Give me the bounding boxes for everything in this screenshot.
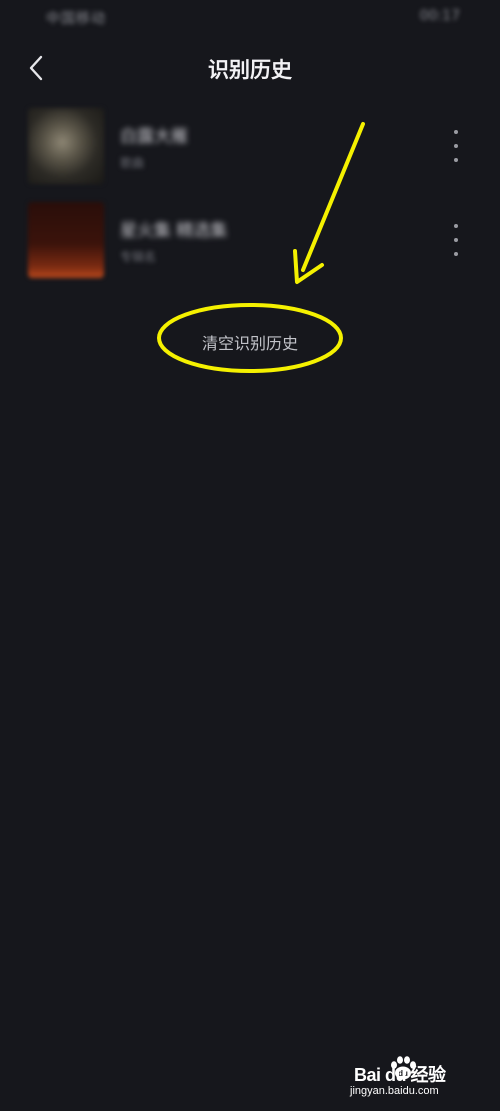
watermark-brand: Bai du 经验 [354,1065,446,1085]
status-carrier: 中国移动 [46,11,106,27]
watermark: du Bai du 经验 jingyan.baidu.com [350,1056,474,1101]
more-vertical-icon [454,130,458,134]
more-options-button[interactable] [446,130,466,162]
history-item[interactable]: 白露大雁 歌曲 [0,104,500,198]
song-title: 白露大雁 [120,127,188,147]
status-bar: 中国移动 00:17 [0,0,500,40]
more-options-button[interactable] [446,224,466,256]
watermark-url: jingyan.baidu.com [350,1085,439,1097]
history-item[interactable]: 星火集 精选集 专辑名 [0,198,500,292]
screen: 中国移动 00:17 识别历史 白露大雁 歌曲 星火集 精选集 专辑名 清空识别… [0,0,500,1111]
album-cover [28,202,104,278]
clear-history-button[interactable]: 清空识别历史 [0,330,500,354]
page-title: 识别历史 [208,58,292,82]
song-subtitle: 歌曲 [120,156,145,170]
album-cover [28,108,104,184]
status-time: 00:17 [419,8,460,24]
nav-bar: 识别历史 [0,40,500,96]
song-subtitle: 专辑名 [120,250,157,264]
song-title: 星火集 精选集 [120,221,228,241]
history-list: 白露大雁 歌曲 星火集 精选集 专辑名 [0,104,500,292]
more-vertical-icon [454,224,458,228]
